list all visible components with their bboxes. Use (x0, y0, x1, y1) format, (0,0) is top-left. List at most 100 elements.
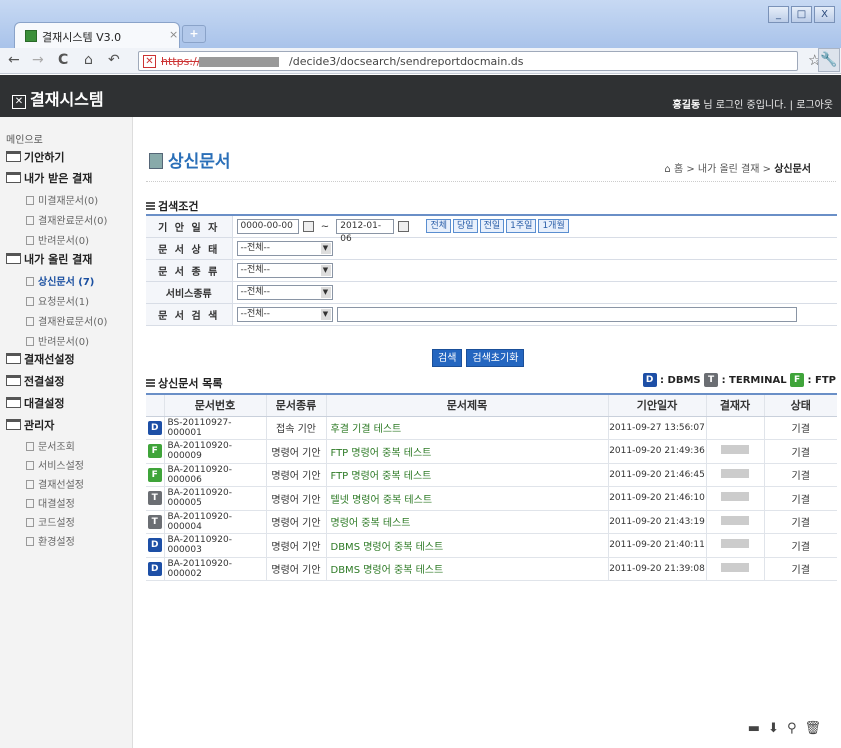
address-bar[interactable]: ✕ https:// /decide3/docsearch/sendreport… (138, 51, 798, 71)
sidebar-item-line-settings[interactable]: 결재선설정 (26, 476, 84, 491)
browser-window: 결재시스템 V3.0 × + _ □ X ← → C ⌂ ↶ ✕ https:/… (0, 0, 841, 748)
logo-text: 결재시스템 (30, 90, 104, 109)
cell-kind: 명령어 기안 (266, 557, 327, 581)
home-icon[interactable]: ⌂ (84, 52, 93, 68)
col-header-date: 기안일자 (608, 394, 707, 417)
quick-yesterday-button[interactable]: 전일 (479, 219, 505, 234)
forward-icon[interactable]: → (32, 52, 44, 68)
calendar-icon[interactable] (302, 220, 314, 232)
url-path: /decide3/docsearch/sendreportdocmain.ds (289, 55, 524, 68)
list-section-title: 상신문서 목록 (146, 375, 223, 391)
tab-close-icon[interactable]: × (169, 28, 178, 41)
sidebar-item-completed[interactable]: 결재완료문서(0) (26, 212, 107, 227)
browser-tab[interactable]: 결재시스템 V3.0 × (14, 22, 180, 48)
sidebar-item-admin[interactable]: 관리자 (6, 417, 54, 433)
cell-kind: 명령어 기안 (266, 533, 327, 558)
close-window-button[interactable]: X (814, 6, 835, 23)
document-icon (26, 442, 34, 451)
home-small-icon[interactable]: ⌂ (664, 164, 674, 175)
cell-title-link[interactable]: FTP 명령어 중복 테스트 (326, 463, 609, 487)
sidebar-item-sent-rejected[interactable]: 반려문서(0) (26, 333, 89, 348)
sidebar-item-doc-search[interactable]: 문서조회 (26, 438, 75, 453)
sidebar-item-proxy-settings[interactable]: 대결설정 (26, 495, 75, 510)
calendar-icon[interactable] (398, 220, 410, 232)
cell-number: BA-20110920-000004 (164, 510, 267, 534)
cell-number: BA-20110920-000009 (164, 439, 267, 464)
keyword-field-select[interactable]: --전체-- (236, 306, 333, 322)
status-label: 문 서 상 태 (146, 237, 233, 260)
login-status-text[interactable]: 님 로그인 중입니다. | 로그아웃 (700, 100, 833, 111)
keyword-input[interactable] (336, 306, 797, 322)
cell-kind: 접속 기안 (266, 416, 327, 440)
cell-status: 기결 (764, 486, 837, 511)
reset-button[interactable]: 검색초기화 (466, 349, 525, 367)
sidebar-item-approval-line[interactable]: 결재선설정 (6, 351, 75, 367)
quick-week-button[interactable]: 1주일 (506, 219, 537, 234)
quick-today-button[interactable]: 당일 (453, 219, 478, 234)
maximize-button[interactable]: □ (791, 6, 812, 23)
cell-title-link[interactable]: 텔넷 명령어 중복 테스트 (326, 486, 609, 511)
url-redacted-host (199, 57, 279, 67)
sidebar-item-service-settings[interactable]: 서비스설정 (26, 457, 84, 472)
sidebar-item-sent[interactable]: 내가 올린 결재 (6, 251, 92, 267)
cell-title-link[interactable]: DBMS 명령어 중복 테스트 (326, 557, 609, 581)
date-to-input[interactable]: 2012-01-06 (336, 218, 395, 244)
minimize-button[interactable]: _ (768, 6, 789, 23)
sidebar-item-env-settings[interactable]: 환경설정 (26, 533, 75, 548)
col-header-number: 문서번호 (164, 394, 267, 417)
reload-icon[interactable]: C (58, 52, 68, 68)
type-badge-icon: F (147, 444, 162, 459)
table-row[interactable]: F BA-20110920-000009 명령어 기안 FTP 명령어 중복 테스트 2… (146, 439, 837, 464)
table-row[interactable]: F BA-20110920-000006 명령어 기안 FTP 명령어 중복 테스트 2… (146, 463, 837, 487)
document-icon (26, 461, 34, 470)
cell-title-link[interactable]: DBMS 명령어 중복 테스트 (326, 533, 609, 558)
document-icon (26, 236, 34, 245)
sidebar-item-full-decision[interactable]: 전결설정 (6, 373, 64, 389)
type-badge-icon: T (147, 491, 162, 506)
download-icon[interactable]: ⬇ (768, 721, 779, 736)
date-separator: ~ (320, 221, 330, 233)
cell-kind: 명령어 기안 (266, 439, 327, 464)
quick-month-button[interactable]: 1개월 (538, 219, 569, 234)
search-icon[interactable]: ⚲ (787, 721, 797, 736)
cell-status: 기결 (764, 557, 837, 581)
trash-icon[interactable]: 🗑 (804, 721, 821, 736)
cell-title-link[interactable]: 후결 기결 테스트 (326, 416, 609, 440)
search-button[interactable]: 검색 (432, 349, 463, 367)
history-icon[interactable]: ↶ (108, 52, 120, 68)
table-row[interactable]: D BA-20110920-000002 명령어 기안 DBMS 명령어 중복 테스트… (146, 557, 837, 581)
cell-title-link[interactable]: 명령어 중복 테스트 (326, 510, 609, 534)
date-from-input[interactable]: 0000-00-00 (236, 218, 299, 234)
wrench-menu-icon[interactable]: 🔧 (818, 48, 840, 72)
new-tab-button[interactable]: + (182, 25, 206, 43)
document-table: 문서번호 문서종류 문서제목 기안일자 결재자 상태 D BS-20110927-… (146, 393, 837, 581)
date-label: 기 안 일 자 (146, 215, 233, 238)
print-icon[interactable]: ▬ (748, 721, 760, 736)
sidebar-item-proxy[interactable]: 대결설정 (6, 395, 64, 411)
app-logo[interactable]: ✕ 결재시스템 (12, 86, 104, 110)
sidebar-item-submitted[interactable]: 상신문서 (7) (26, 273, 94, 288)
app-favicon-icon (25, 30, 37, 42)
table-row[interactable]: T BA-20110920-000004 명령어 기안 명령어 중복 테스트 2011-… (146, 510, 837, 534)
cell-title-link[interactable]: FTP 명령어 중복 테스트 (326, 439, 609, 464)
back-icon[interactable]: ← (8, 52, 20, 68)
sidebar-item-received[interactable]: 내가 받은 결재 (6, 170, 92, 186)
quick-all-button[interactable]: 전체 (426, 219, 452, 234)
sidebar-item-draft[interactable]: 기안하기 (6, 149, 64, 165)
cell-date: 2011-09-27 13:56:07 (608, 416, 707, 440)
sidebar-home-link[interactable]: 메인으로 (6, 131, 43, 146)
cell-date: 2011-09-20 21:46:10 (608, 486, 707, 511)
table-row[interactable]: T BA-20110920-000005 명령어 기안 텔넷 명령어 중복 테스트 20… (146, 486, 837, 511)
status-select[interactable]: --전체-- (236, 240, 333, 256)
table-row[interactable]: D BA-20110920-000003 명령어 기안 DBMS 명령어 중복 테스트… (146, 533, 837, 558)
sidebar-item-pending[interactable]: 미결재문서(0) (26, 192, 98, 207)
kind-select[interactable]: --전체-- (236, 262, 333, 278)
service-select[interactable]: --전체-- (236, 284, 333, 300)
table-row[interactable]: D BS-20110927-000001 접속 기안 후결 기결 테스트 2011-09… (146, 416, 837, 440)
sidebar-item-rejected[interactable]: 반려문서(0) (26, 232, 89, 247)
type-legend: D : DBMS T : TERMINAL F : FTP (642, 373, 836, 387)
sidebar-item-sent-completed[interactable]: 결재완료문서(0) (26, 313, 107, 328)
search-buttons: 검색 검색초기화 (432, 349, 528, 367)
sidebar-item-code-settings[interactable]: 코드설정 (26, 514, 75, 529)
sidebar-item-requested[interactable]: 요청문서(1) (26, 293, 89, 308)
